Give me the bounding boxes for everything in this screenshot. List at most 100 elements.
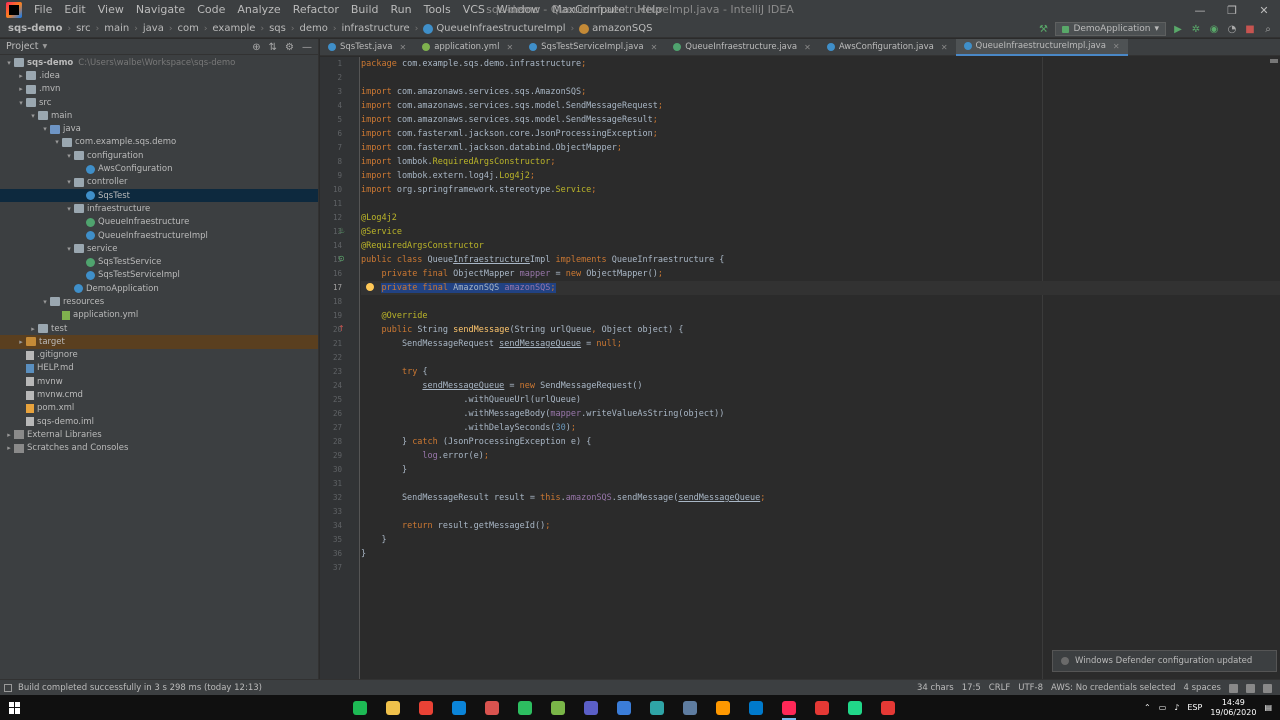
taskbar-sublime-icon[interactable]: [713, 698, 733, 718]
tree-item[interactable]: ▾ main: [0, 109, 318, 122]
code-line[interactable]: @Log4j2: [361, 211, 397, 225]
code-line[interactable]: import org.springframework.stereotype.Se…: [361, 183, 596, 197]
tree-item[interactable]: ▾ java: [0, 122, 318, 135]
minimize-button[interactable]: —: [1184, 0, 1216, 20]
tree-item[interactable]: mvnw.cmd: [0, 388, 318, 401]
status-widget[interactable]: UTF-8: [1018, 683, 1043, 693]
clock[interactable]: 14:49 19/06/2020: [1210, 698, 1256, 718]
status-message[interactable]: Build completed successfully in 3 s 298 …: [18, 683, 262, 693]
taskbar-vscode-icon[interactable]: [746, 698, 766, 718]
menu-item-vcs[interactable]: VCS: [457, 0, 491, 20]
expanded-arrow-icon[interactable]: ▾: [64, 205, 74, 213]
collapsed-arrow-icon[interactable]: ▸: [16, 338, 26, 346]
breadcrumb-item[interactable]: com: [177, 23, 198, 34]
taskbar-evernote-icon[interactable]: [515, 698, 535, 718]
taskbar-chrome-icon[interactable]: [416, 698, 436, 718]
taskbar-app-red-icon[interactable]: [812, 698, 832, 718]
hide-panel-icon[interactable]: —: [302, 42, 312, 53]
volume-icon[interactable]: ♪: [1174, 703, 1179, 712]
tree-item[interactable]: application.yml: [0, 309, 318, 322]
status-widget[interactable]: CRLF: [989, 683, 1010, 693]
status-widget[interactable]: 17:5: [962, 683, 981, 693]
code-line[interactable]: import com.amazonaws.services.sqs.Amazon…: [361, 85, 586, 99]
collapse-all-icon[interactable]: ⇅: [269, 42, 277, 53]
tree-item[interactable]: QueueInfraestructureImpl: [0, 229, 318, 242]
code-line[interactable]: public String sendMessage(String urlQueu…: [361, 323, 683, 337]
menu-item-code[interactable]: Code: [191, 0, 231, 20]
expanded-arrow-icon[interactable]: ▾: [64, 152, 74, 160]
collapsed-arrow-icon[interactable]: ▸: [4, 431, 14, 439]
code-line[interactable]: import lombok.RequiredArgsConstructor;: [361, 155, 555, 169]
project-view-label[interactable]: Project: [6, 41, 39, 52]
tree-item[interactable]: ▾ controller: [0, 176, 318, 189]
status-widget[interactable]: 34 chars: [917, 683, 954, 693]
editor-tab[interactable]: QueueInfraestructure.java ✕: [665, 39, 819, 56]
breadcrumb-item[interactable]: amazonSQS: [579, 23, 652, 34]
notification-balloon[interactable]: Windows Defender configuration updated: [1052, 650, 1277, 672]
network-icon[interactable]: ▭: [1159, 703, 1167, 712]
code-line[interactable]: import com.fasterxml.jackson.core.JsonPr…: [361, 127, 658, 141]
breadcrumb-item[interactable]: demo: [299, 23, 327, 34]
coverage-icon[interactable]: ◉: [1208, 23, 1220, 35]
code-editor[interactable]: 1 2 3 4 5 6 7 8 9 10 11 12 13 14 15 16 17 18 19 20 21 22 23 24 2…: [320, 57, 1280, 679]
expanded-arrow-icon[interactable]: ▾: [64, 178, 74, 186]
code-line[interactable]: public class QueueInfraestructureImpl im…: [361, 253, 724, 267]
tree-item[interactable]: .gitignore: [0, 349, 318, 362]
code-line[interactable]: private final ObjectMapper mapper = new …: [361, 267, 663, 281]
code-line[interactable]: }: [361, 463, 407, 477]
menu-item-help[interactable]: Help: [631, 0, 668, 20]
taskbar-intellij-icon[interactable]: [779, 698, 799, 720]
tree-item[interactable]: ▸ Scratches and Consoles: [0, 442, 318, 455]
menu-item-file[interactable]: File: [28, 0, 58, 20]
code-line[interactable]: private final AmazonSQS amazonSQS;: [361, 281, 556, 295]
status-widget[interactable]: AWS: No credentials selected: [1051, 683, 1175, 693]
taskbar-clion-icon[interactable]: [845, 698, 865, 718]
tree-item[interactable]: ▾ resources: [0, 295, 318, 308]
run-configuration-select[interactable]: DemoApplication ▾: [1055, 22, 1166, 36]
tree-item[interactable]: HELP.md: [0, 362, 318, 375]
code-line[interactable]: return result.getMessageId();: [361, 519, 550, 533]
collapsed-arrow-icon[interactable]: ▸: [16, 85, 26, 93]
breadcrumb-item[interactable]: infrastructure: [341, 23, 409, 34]
tree-item[interactable]: ▸ test: [0, 322, 318, 335]
breadcrumb-item[interactable]: sqs: [269, 23, 286, 34]
expanded-arrow-icon[interactable]: ▾: [16, 99, 26, 107]
menu-item-maxcompute[interactable]: MaxCompute: [546, 0, 631, 20]
lightbulb-icon[interactable]: [366, 283, 374, 291]
tree-item[interactable]: pom.xml: [0, 402, 318, 415]
expanded-arrow-icon[interactable]: ▾: [28, 112, 38, 120]
editor-tab[interactable]: QueueInfraestructureImpl.java ✕: [955, 38, 1128, 56]
tree-item[interactable]: mvnw: [0, 375, 318, 388]
code-line[interactable]: sendMessageQueue = new SendMessageReques…: [361, 379, 642, 393]
editor-tab[interactable]: AwsConfiguration.java ✕: [819, 39, 956, 56]
close-icon[interactable]: ✕: [399, 43, 406, 52]
close-icon[interactable]: ✕: [506, 43, 513, 52]
expanded-arrow-icon[interactable]: ▾: [40, 125, 50, 133]
menu-item-analyze[interactable]: Analyze: [231, 0, 286, 20]
tree-item[interactable]: ▾ com.example.sqs.demo: [0, 136, 318, 149]
code-line[interactable]: }: [361, 547, 366, 561]
taskbar-app-green-icon[interactable]: [647, 698, 667, 718]
chevron-down-icon[interactable]: ▾: [43, 41, 48, 52]
notifications-icon[interactable]: ▤: [1264, 703, 1272, 712]
scrollbar-marker[interactable]: [1270, 59, 1278, 63]
gear-icon[interactable]: ⚙: [285, 42, 294, 53]
code-line[interactable]: } catch (JsonProcessingException e) {: [361, 435, 591, 449]
event-log-icon[interactable]: [1263, 683, 1272, 693]
editor-tab[interactable]: SqsTestServiceImpl.java ✕: [521, 39, 665, 56]
code-line[interactable]: import com.fasterxml.jackson.databind.Ob…: [361, 141, 622, 155]
code-line[interactable]: package com.example.sqs.demo.infrastruct…: [361, 57, 586, 71]
code-line[interactable]: @RequiredArgsConstructor: [361, 239, 484, 253]
tree-item[interactable]: ▾ src: [0, 96, 318, 109]
code-line[interactable]: }: [361, 533, 386, 547]
tree-item[interactable]: ▾ infraestructure: [0, 202, 318, 215]
build-hammer-icon[interactable]: ⚒: [1037, 23, 1049, 35]
collapsed-arrow-icon[interactable]: ▸: [28, 325, 38, 333]
menu-item-build[interactable]: Build: [345, 0, 385, 20]
breadcrumb-item[interactable]: src: [76, 23, 91, 34]
tool-windows-icon[interactable]: [4, 683, 12, 692]
maximize-button[interactable]: ❐: [1216, 0, 1248, 20]
tree-item[interactable]: ▸ .idea: [0, 69, 318, 82]
code-line[interactable]: SendMessageRequest sendMessageQueue = nu…: [361, 337, 622, 351]
tree-item[interactable]: SqsTestServiceImpl: [0, 269, 318, 282]
